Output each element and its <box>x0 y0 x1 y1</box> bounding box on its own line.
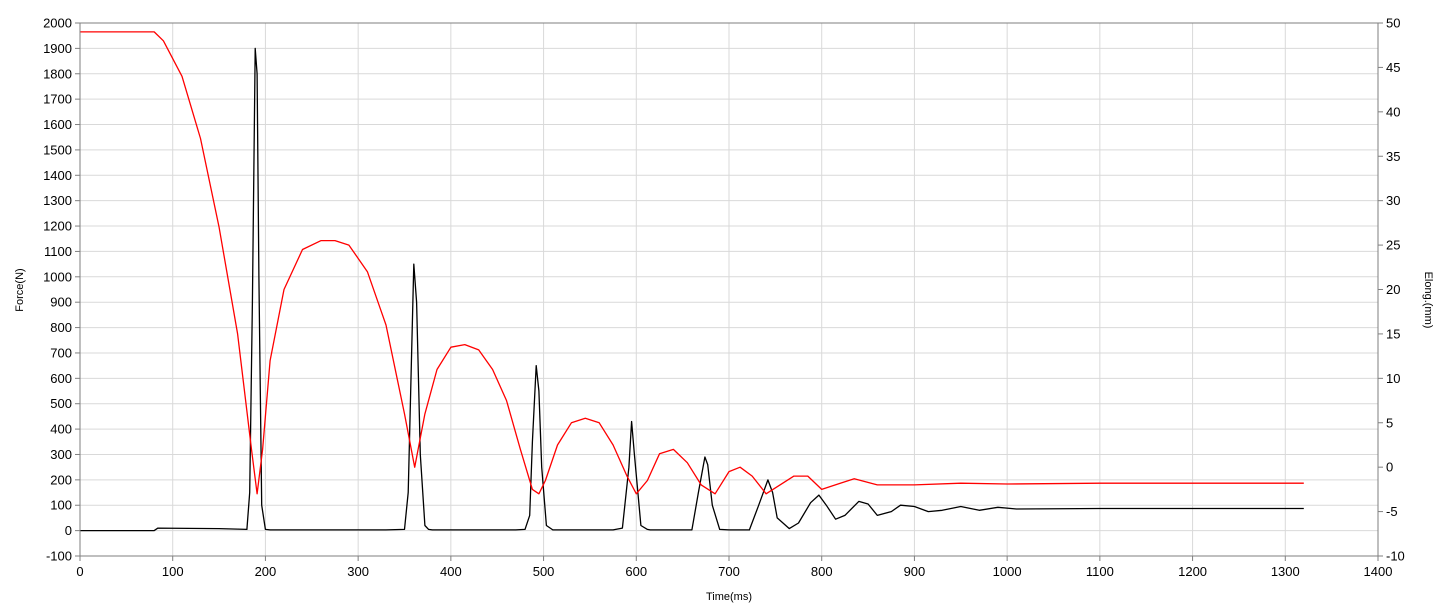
x-tick-label: 400 <box>440 564 462 579</box>
x-tick-label: 1000 <box>993 564 1022 579</box>
y-left-tick-label: 700 <box>50 345 72 360</box>
y-left-tick-label: 1500 <box>43 142 72 157</box>
y-right-tick-label: 15 <box>1386 326 1400 341</box>
y-left-tick-label: 1100 <box>44 244 72 259</box>
y-left-tick-label: 900 <box>50 295 72 310</box>
y-left-tick-label: 500 <box>50 396 72 411</box>
y-left-tick-label: 600 <box>50 371 72 386</box>
y-left-tick-label: 300 <box>50 447 72 462</box>
y-right-tick-label: 50 <box>1386 16 1400 31</box>
y-left-tick-label: 1300 <box>43 193 72 208</box>
y-right-tick-label: -10 <box>1386 549 1405 564</box>
y-right-tick-label: 30 <box>1386 193 1400 208</box>
y-left-tick-label: 1900 <box>43 41 72 56</box>
x-tick-label: 200 <box>255 564 277 579</box>
x-tick-label: 0 <box>76 564 83 579</box>
x-tick-label: 300 <box>347 564 369 579</box>
y-right-tick-label: -5 <box>1386 504 1398 519</box>
y-right-tick-labels: -10 -5 0 5 10 15 20 25 30 35 40 45 50 <box>1386 16 1405 564</box>
x-tick-label: 500 <box>533 564 555 579</box>
y-left-tick-label: 400 <box>50 422 72 437</box>
y-left-tick-label: 1600 <box>43 117 72 132</box>
y-left-tick-label: -100 <box>46 549 72 564</box>
y-right-tick-label: 25 <box>1386 238 1400 253</box>
y-left-tick-label: 1400 <box>43 168 72 183</box>
y-left-tick-label: 200 <box>50 472 72 487</box>
y-left-axis-label: Force(N) <box>14 268 26 311</box>
y-right-axis-label: Elong.(mm) <box>1422 272 1434 329</box>
x-tick-label: 600 <box>625 564 647 579</box>
x-tick-label: 1100 <box>1086 564 1114 579</box>
y-right-tick-label: 10 <box>1386 371 1400 386</box>
y-right-tick-label: 35 <box>1386 149 1400 164</box>
y-left-tick-label: 1200 <box>43 219 72 234</box>
y-left-tick-labels: -100 0 100 200 300 400 500 600 700 800 900 1000 1100… <box>43 16 72 564</box>
chart: 0 100 200 300 400 500 600 700 800 900 1000 1100 1200… <box>14 16 1434 604</box>
y-right-tick-label: 5 <box>1386 415 1393 430</box>
x-tick-labels: 0 100 200 300 400 500 600 700 800 900 1000 1100 1200… <box>76 564 1392 579</box>
x-tick-label: 1300 <box>1271 564 1300 579</box>
x-axis-label: Time(ms) <box>706 591 752 603</box>
grid <box>79 22 1379 557</box>
y-left-tick-label: 2000 <box>43 16 72 31</box>
y-left-tick-label: 0 <box>65 523 72 538</box>
y-right-tick-label: 40 <box>1386 104 1400 119</box>
y-left-tick-label: 1800 <box>43 66 72 81</box>
y-right-tick-label: 45 <box>1386 60 1400 75</box>
series-layer <box>80 31 1304 532</box>
x-tick-label: 1400 <box>1364 564 1393 579</box>
y-left-tick-label: 1000 <box>43 269 72 284</box>
y-left-tick-label: 100 <box>50 498 72 513</box>
y-left-tick-label: 800 <box>50 320 72 335</box>
y-right-tick-label: 0 <box>1386 460 1393 475</box>
y-right-tick-label: 20 <box>1386 282 1400 297</box>
x-tick-label: 1200 <box>1178 564 1207 579</box>
x-tick-label: 100 <box>162 564 184 579</box>
force-series-line <box>80 47 1304 532</box>
y-left-tick-label: 1700 <box>43 92 72 107</box>
x-tick-label: 800 <box>811 564 833 579</box>
elongation-series-line <box>80 31 1304 495</box>
x-tick-label: 900 <box>904 564 926 579</box>
x-tick-label: 700 <box>718 564 740 579</box>
